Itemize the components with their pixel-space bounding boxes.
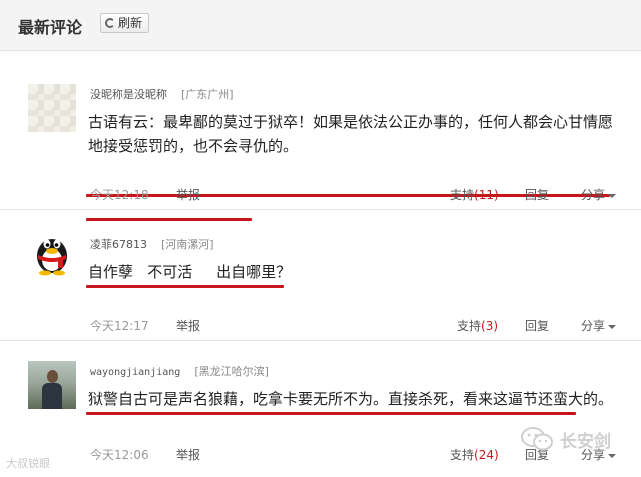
- comment-item: wayongjianjiang [黑龙江哈尔滨] 狱警自古可是声名狼藉，吃拿卡要无…: [0, 340, 641, 477]
- comment-text: 自作孽 不可活 出自哪里？: [88, 263, 292, 281]
- watermark-right: 长安剑: [520, 426, 611, 452]
- report-link[interactable]: 举报: [176, 317, 200, 334]
- comments-header: 最新评论 刷新: [0, 0, 641, 51]
- user-location: [河南漯河]: [161, 238, 214, 251]
- avatar[interactable]: [28, 361, 76, 409]
- comment-time: 今天12:18: [90, 188, 149, 202]
- support-label: 支持: [450, 448, 475, 462]
- support-count: (24): [474, 448, 499, 462]
- support-button[interactable]: 支持(24): [450, 446, 499, 463]
- support-count: (11): [474, 188, 499, 202]
- reply-button[interactable]: 回复: [525, 317, 549, 334]
- share-button[interactable]: 分享: [581, 186, 617, 203]
- report-link[interactable]: 举报: [176, 446, 200, 463]
- username[interactable]: wayongjianjiang: [90, 367, 180, 378]
- comment-time: 今天12:17: [90, 319, 149, 333]
- caret-down-icon: [608, 193, 617, 198]
- comment-item: 没昵称是没昵称 [广东广州] 古语有云：最卑鄙的莫过于狱卒！如果是依法公正办事的，…: [0, 66, 641, 221]
- comment-text: 狱警自古可是声名狼藉，吃拿卡要无所不为。直接杀死，看来这逼节还蛮大的。: [88, 390, 614, 408]
- support-button[interactable]: 支持(3): [457, 317, 498, 334]
- watermark-right-text: 长安剑: [560, 431, 611, 452]
- user-location: [黑龙江哈尔滨]: [194, 365, 269, 378]
- refresh-label: 刷新: [118, 16, 143, 30]
- qq-penguin-avatar: [37, 239, 67, 276]
- username[interactable]: 凌菲67813: [90, 238, 147, 251]
- user-location: [广东广州]: [181, 88, 234, 101]
- avatar[interactable]: [28, 228, 76, 276]
- highlight-underline: [86, 285, 284, 288]
- share-button[interactable]: 分享: [581, 317, 617, 334]
- comment-item: 凌菲67813 [河南漯河] 自作孽 不可活 出自哪里？ 今天12:17 举报 支…: [0, 209, 641, 339]
- support-label: 支持: [450, 188, 475, 202]
- support-label: 支持: [457, 319, 482, 333]
- highlight-underline: [86, 412, 576, 415]
- comment-meta: 凌菲67813 [河南漯河]: [90, 236, 214, 252]
- share-label: 分享: [581, 188, 606, 202]
- comment-meta: 没昵称是没昵称 [广东广州]: [90, 86, 234, 102]
- comment-time: 今天12:06: [90, 448, 149, 462]
- refresh-button[interactable]: 刷新: [100, 13, 150, 33]
- report-link[interactable]: 举报: [176, 186, 200, 203]
- avatar-photo: [28, 361, 76, 409]
- share-label: 分享: [581, 319, 606, 333]
- comment-meta: wayongjianjiang [黑龙江哈尔滨]: [90, 363, 269, 379]
- avatar[interactable]: [28, 84, 76, 132]
- comment-text: 古语有云：最卑鄙的莫过于狱卒！如果是依法公正办事的，任何人都会心甘情愿地接受惩罚…: [88, 113, 614, 155]
- refresh-icon: [105, 18, 115, 28]
- reply-button[interactable]: 回复: [525, 186, 549, 203]
- username[interactable]: 没昵称是没昵称: [90, 88, 167, 101]
- support-count: (3): [481, 319, 499, 333]
- support-button[interactable]: 支持(11): [450, 186, 499, 203]
- caret-down-icon: [608, 324, 617, 329]
- caret-down-icon: [608, 453, 617, 458]
- wechat-icon: [521, 427, 553, 451]
- section-title: 最新评论: [18, 18, 83, 37]
- watermark-left: 大叔锐眼: [6, 457, 50, 470]
- lace-pattern-avatar: [28, 84, 76, 132]
